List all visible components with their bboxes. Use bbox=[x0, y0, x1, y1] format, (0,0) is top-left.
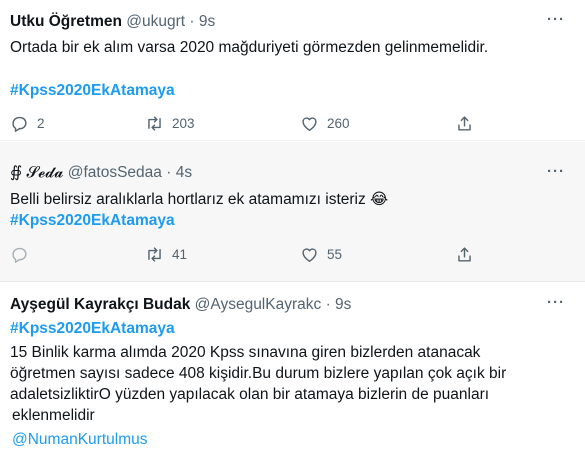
tweet-header: Ayşegül Kayrakçı Budak @AysegulKayrakc ·… bbox=[10, 295, 545, 315]
share-button[interactable] bbox=[455, 245, 474, 264]
tweet-actions: 41 55 bbox=[0, 245, 585, 269]
hashtag-link[interactable]: #Kpss2020EkAtamaya bbox=[10, 210, 571, 231]
retweet-count: 41 bbox=[172, 247, 188, 262]
tweet-text: Belli belirsiz aralıklarla hortlarız ek … bbox=[10, 191, 389, 208]
author-handle[interactable]: @ukugrt bbox=[126, 13, 185, 30]
author-handle[interactable]: @fatosSedaa bbox=[68, 164, 162, 181]
reply-count: 2 bbox=[37, 116, 45, 131]
share-button[interactable] bbox=[455, 114, 474, 133]
like-icon bbox=[302, 248, 317, 262]
retweet-count: 203 bbox=[172, 116, 195, 131]
retweet-button[interactable]: 41 bbox=[145, 245, 187, 264]
timestamp[interactable]: 9s bbox=[199, 13, 215, 30]
tweet-ukugrt[interactable]: Utku Öğretmen @ukugrt · 9s ··· Ortada bi… bbox=[0, 0, 585, 141]
retweet-icon bbox=[148, 247, 161, 262]
reply-icon bbox=[12, 116, 27, 132]
mention-link[interactable]: @NumanKurtulmus bbox=[12, 429, 571, 450]
tweet-header: Utku Öğretmen @ukugrt · 9s bbox=[10, 12, 545, 32]
author-handle[interactable]: @AysegulKayrakc bbox=[195, 296, 322, 313]
tweet-AysegulKayrakc[interactable]: Ayşegül Kayrakçı Budak @AysegulKayrakc ·… bbox=[0, 283, 585, 458]
like-count: 55 bbox=[327, 247, 343, 262]
more-icon[interactable]: ··· bbox=[547, 294, 565, 311]
like-icon bbox=[302, 117, 317, 131]
hashtag-link[interactable]: #Kpss2020EkAtamaya bbox=[10, 80, 571, 101]
more-icon[interactable]: ··· bbox=[547, 11, 565, 28]
like-button[interactable]: 55 bbox=[300, 245, 342, 264]
reply-button[interactable]: 2 bbox=[10, 114, 45, 133]
retweet-icon bbox=[148, 116, 161, 131]
tweet-text-line-4: eklenmelidir bbox=[12, 407, 95, 424]
author-name[interactable]: Utku Öğretmen bbox=[10, 13, 122, 30]
separator-dot: · bbox=[189, 13, 195, 30]
hashtag-link[interactable]: #Kpss2020EkAtamaya bbox=[10, 318, 571, 339]
tweet-fatosSedaa[interactable]: ∯ 𝓢𝓮𝓭𝓪 @fatosSedaa · 4s ··· Belli belirs… bbox=[0, 142, 585, 282]
tweet-text-line-3: adaletsizliktirO yüzden yapılacak olan b… bbox=[10, 386, 490, 403]
share-icon bbox=[458, 247, 471, 262]
tweet-text: Ortada bir ek alım varsa 2020 mağduriyet… bbox=[10, 39, 489, 56]
reply-button[interactable] bbox=[10, 245, 37, 264]
tweet-text-line-2: öğretmen sayısı sadece 408 kişidir.Bu du… bbox=[10, 365, 507, 382]
share-icon bbox=[458, 116, 471, 131]
timestamp[interactable]: 9s bbox=[335, 296, 351, 313]
tweet-header: ∯ 𝓢𝓮𝓭𝓪 @fatosSedaa · 4s bbox=[10, 163, 545, 183]
author-name[interactable]: ∯ 𝓢𝓮𝓭𝓪 bbox=[10, 164, 63, 181]
like-count: 260 bbox=[327, 116, 350, 131]
tweet-actions: 2 203 260 bbox=[0, 114, 585, 138]
more-icon[interactable]: ··· bbox=[547, 163, 565, 180]
separator-dot: · bbox=[166, 164, 172, 181]
like-button[interactable]: 260 bbox=[300, 114, 350, 133]
timestamp[interactable]: 4s bbox=[176, 164, 192, 181]
separator-dot: · bbox=[325, 296, 331, 313]
author-name[interactable]: Ayşegül Kayrakçı Budak bbox=[10, 296, 190, 313]
retweet-button[interactable]: 203 bbox=[145, 114, 195, 133]
reply-icon bbox=[12, 247, 27, 263]
tweet-text-line-1: 15 Binlik karma alımda 2020 Kpss sınavın… bbox=[10, 344, 481, 361]
